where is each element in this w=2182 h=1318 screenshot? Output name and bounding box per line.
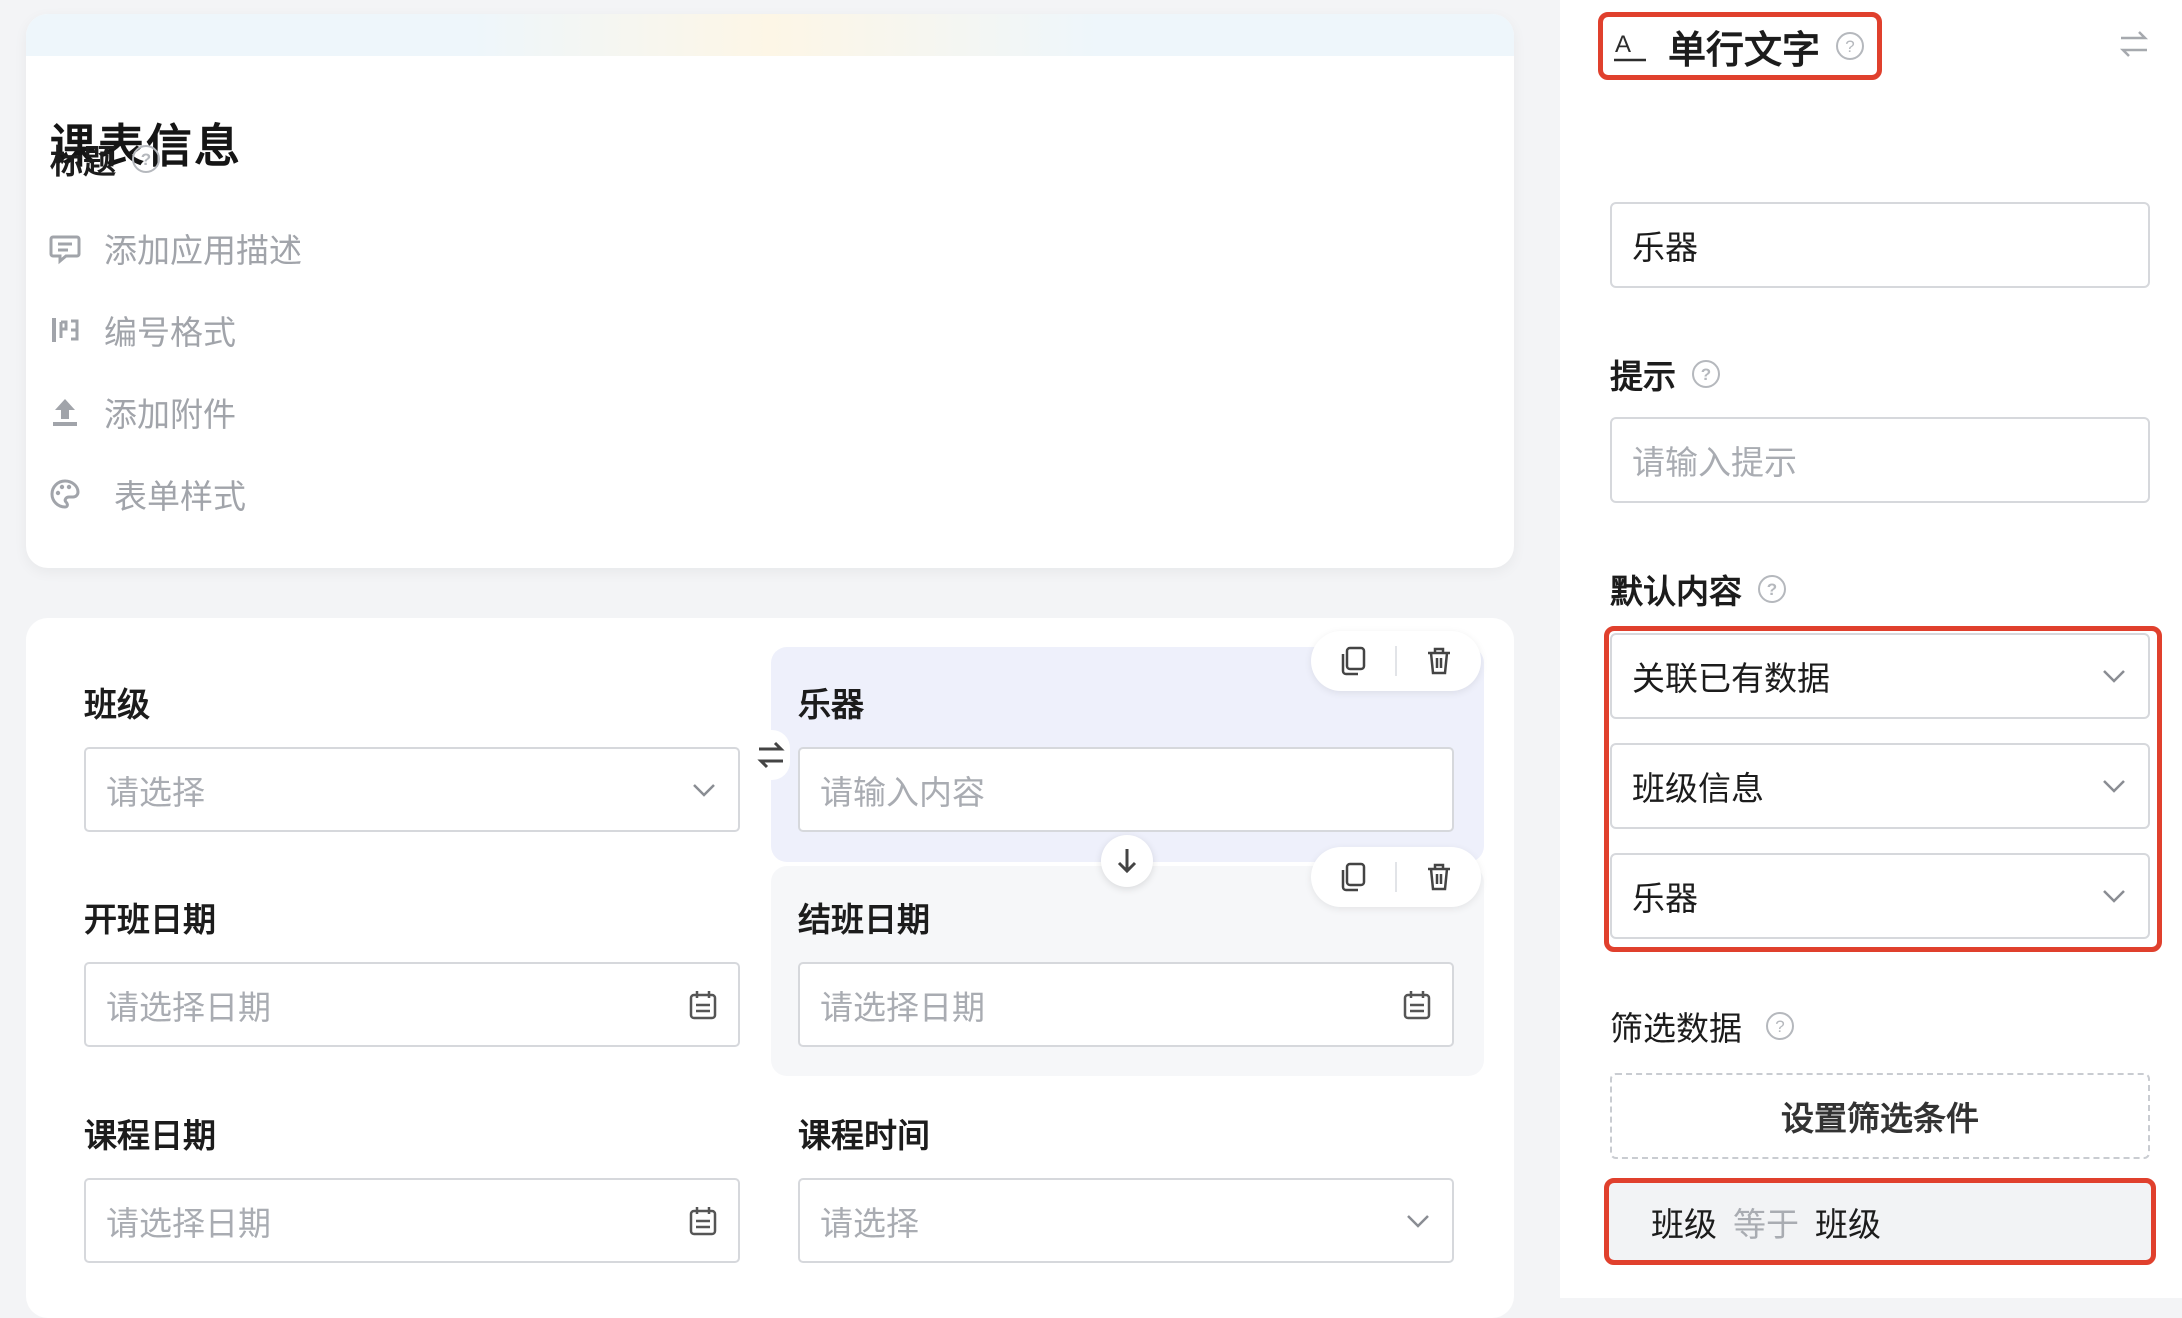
condition-operator: 等于 <box>1733 1204 1799 1244</box>
trash-icon[interactable] <box>1424 861 1454 893</box>
filter-label: 筛选数据 <box>1610 1009 1742 1048</box>
instrument-input-placeholder: 请输入内容 <box>820 772 985 812</box>
condition-field: 班级 <box>1651 1204 1717 1244</box>
actions-divider <box>1394 862 1397 892</box>
end-date-picker[interactable]: 请选择日期 <box>798 962 1454 1047</box>
linked-field-value: 乐器 <box>1632 879 1698 918</box>
hint-label-row: 提示 ? <box>1610 350 1722 398</box>
filter-label-row: 筛选数据 ? <box>1610 1002 1796 1050</box>
svg-text:?: ? <box>1701 365 1711 384</box>
header-gradient <box>26 14 1514 56</box>
linked-form-value: 班级信息 <box>1632 769 1764 808</box>
start-date-picker[interactable]: 请选择日期 <box>84 962 740 1047</box>
form-style-option[interactable]: 表单样式 <box>48 470 246 518</box>
default-label-row: 默认内容 ? <box>1610 565 1788 613</box>
svg-text:?: ? <box>1775 1017 1784 1036</box>
help-icon[interactable]: ? <box>130 143 162 175</box>
course-time-select[interactable]: 请选择 <box>798 1178 1454 1263</box>
actions-divider <box>1394 646 1397 676</box>
field-label-start-date: 开班日期 <box>84 900 216 939</box>
hint-input-placeholder: 请输入提示 <box>1632 443 1797 482</box>
add-attachment-option[interactable]: 添加附件 <box>48 388 236 436</box>
swap-icon <box>757 741 785 769</box>
comment-icon <box>49 235 81 265</box>
class-select[interactable]: 请选择 <box>84 747 740 832</box>
course-date-picker[interactable]: 请选择日期 <box>84 1178 740 1263</box>
instrument-input[interactable]: 请输入内容 <box>798 747 1454 832</box>
chevron-down-icon <box>2103 670 2125 683</box>
palette-icon <box>50 479 80 509</box>
help-icon[interactable]: ? <box>1690 358 1722 390</box>
field-actions-selected <box>1311 631 1481 691</box>
default-label: 默认内容 <box>1610 572 1742 611</box>
add-description-option[interactable]: 添加应用描述 <box>48 224 302 272</box>
svg-text:?: ? <box>1845 37 1854 56</box>
field-actions-hovered <box>1311 847 1481 907</box>
set-filter-button[interactable]: 设置筛选条件 <box>1610 1073 2150 1159</box>
default-source-value: 关联已有数据 <box>1632 659 1830 698</box>
help-icon[interactable]: ? <box>1756 573 1788 605</box>
switch-type-icon[interactable] <box>2116 26 2152 62</box>
help-icon[interactable]: ? <box>1764 1010 1796 1042</box>
help-icon[interactable]: ? <box>1834 30 1866 62</box>
chevron-down-icon <box>2103 890 2125 903</box>
condition-value: 班级 <box>1815 1204 1881 1244</box>
filter-condition[interactable]: 班级 等于 班级 <box>1604 1178 2156 1265</box>
calendar-icon <box>1403 990 1431 1019</box>
app-info-card <box>26 14 1514 568</box>
title-input[interactable]: 乐器 <box>1610 202 2150 288</box>
single-line-text-icon: A <box>1614 31 1646 62</box>
arrow-down-icon <box>1117 849 1137 874</box>
swap-fields-button[interactable] <box>752 730 790 780</box>
start-date-placeholder: 请选择日期 <box>106 987 271 1027</box>
course-time-placeholder: 请选择 <box>820 1203 919 1243</box>
hint-input[interactable]: 请输入提示 <box>1610 417 2150 503</box>
hint-label: 提示 <box>1610 357 1676 396</box>
calendar-icon <box>689 1206 717 1235</box>
svg-text:?: ? <box>1767 580 1777 599</box>
class-select-placeholder: 请选择 <box>106 772 205 812</box>
title-label-row: 标题 ? <box>50 135 162 183</box>
linked-field-select[interactable]: 乐器 <box>1610 853 2150 939</box>
option-label: 添加应用描述 <box>104 231 302 270</box>
calendar-icon <box>689 990 717 1019</box>
number-format-icon <box>52 318 79 342</box>
option-label: 添加附件 <box>104 395 236 434</box>
copy-icon[interactable] <box>1338 861 1368 893</box>
chevron-down-icon <box>2103 780 2125 793</box>
title-input-value: 乐器 <box>1632 228 1698 267</box>
copy-icon[interactable] <box>1338 645 1368 677</box>
field-label-course-time: 课程时间 <box>798 1116 930 1155</box>
default-source-select[interactable]: 关联已有数据 <box>1610 633 2150 719</box>
course-date-placeholder: 请选择日期 <box>106 1203 271 1243</box>
option-label: 编号格式 <box>104 313 236 352</box>
svg-text:?: ? <box>141 150 151 169</box>
upload-icon <box>53 399 77 426</box>
number-format-option[interactable]: 编号格式 <box>48 306 236 354</box>
field-type-header[interactable]: A 单行文字 ? <box>1612 18 1866 74</box>
set-filter-label: 设置筛选条件 <box>1781 1099 1979 1138</box>
field-label-course-date: 课程日期 <box>84 1116 216 1155</box>
field-type-label: 单行文字 <box>1668 27 1821 72</box>
move-down-button[interactable] <box>1101 835 1153 887</box>
trash-icon[interactable] <box>1424 645 1454 677</box>
svg-text:A: A <box>1615 31 1631 58</box>
field-label-instrument: 乐器 <box>798 685 864 724</box>
field-label-class: 班级 <box>84 685 150 724</box>
end-date-placeholder: 请选择日期 <box>820 987 985 1027</box>
title-label: 标题 <box>50 142 116 181</box>
field-label-end-date: 结班日期 <box>798 900 930 939</box>
linked-form-select[interactable]: 班级信息 <box>1610 743 2150 829</box>
chevron-down-icon <box>693 783 715 797</box>
chevron-down-icon <box>1407 1214 1429 1228</box>
option-label: 表单样式 <box>114 477 246 516</box>
